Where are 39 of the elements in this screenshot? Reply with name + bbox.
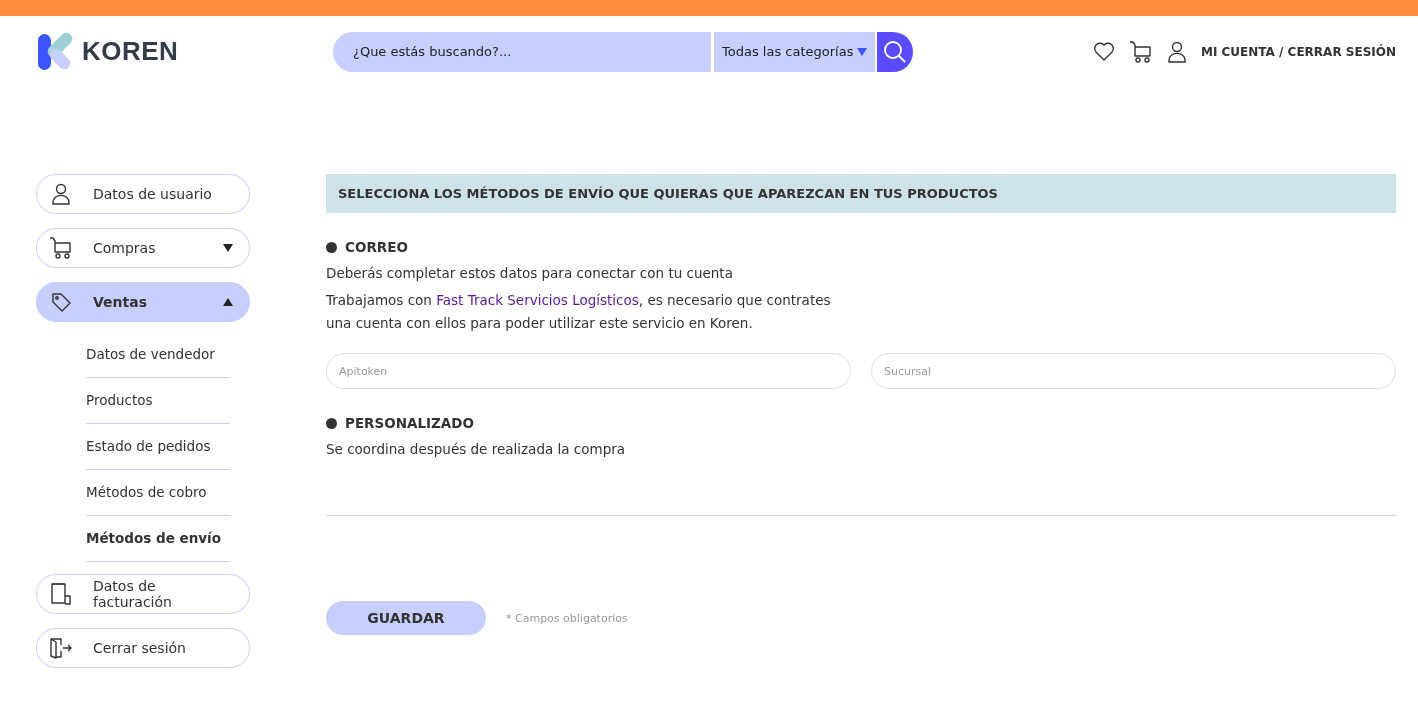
submenu-item[interactable]: Métodos de envío [86, 516, 230, 562]
heart-icon[interactable] [1092, 41, 1115, 62]
sidebar-item[interactable]: Cerrar sesión [36, 628, 250, 668]
search-icon [883, 39, 907, 64]
logo-text: KOREN [82, 36, 179, 67]
caret-icon [857, 47, 867, 56]
user-icon [1166, 40, 1187, 63]
bullet-icon [326, 241, 337, 253]
submenu-item[interactable]: Estado de pedidos [86, 424, 230, 470]
logo-icon [38, 32, 74, 71]
provider-link[interactable]: Fast Track Servicios Logísticos [436, 292, 639, 308]
search-button[interactable] [877, 31, 913, 72]
method-description: Se coordina después de realizada la compra [326, 441, 627, 457]
bullet-icon [326, 417, 337, 429]
account-link[interactable]: MI CUENTA / CERRAR SESIÓN [1200, 44, 1396, 59]
required-note: * Campos obligatorios [506, 611, 628, 625]
input-field[interactable]: Apitoken [326, 353, 851, 389]
cart-icon [49, 237, 73, 259]
method-description: Deberás completar estos datos para conectar con tu cuenta [326, 265, 734, 281]
sidebar-item[interactable]: Datos de facturación [36, 574, 250, 614]
receipt-icon [49, 582, 73, 606]
submenu-item[interactable]: Datos de vendedor [86, 332, 230, 378]
sidebar-item[interactable]: Ventas [36, 282, 250, 322]
section-title: SELECCIONA LOS MÉTODOS DE ENVÍO QUE QUIERAS QUE APAREZCAN EN TUS PRODUCTOS [326, 174, 1396, 213]
tag-icon [49, 291, 73, 313]
search-field[interactable]: ¿Que estás buscando?... [333, 31, 711, 72]
user-icon [49, 183, 73, 205]
submenu-item[interactable]: Métodos de cobro [86, 470, 230, 516]
input-field[interactable]: Sucursal [871, 353, 1396, 389]
cart-icon [1128, 40, 1153, 63]
sidebar-item[interactable]: Datos de usuario [36, 174, 250, 214]
submenu-item[interactable]: Productos [86, 378, 230, 424]
logout-door-icon [49, 637, 73, 659]
method-title: CORREO [345, 239, 408, 255]
method-note: Trabajamos con Fast Track Servicios Logísticos, es necesario que contrates una cuenta con ellos para poder utilizar este servicio en Koren. [326, 291, 832, 333]
category-dropdown[interactable]: Todas las categorías [714, 31, 875, 72]
method-title: PERSONALIZADO [345, 415, 474, 431]
save-button[interactable]: GUARDAR [326, 601, 486, 635]
sidebar-item[interactable]: Compras [36, 228, 250, 268]
